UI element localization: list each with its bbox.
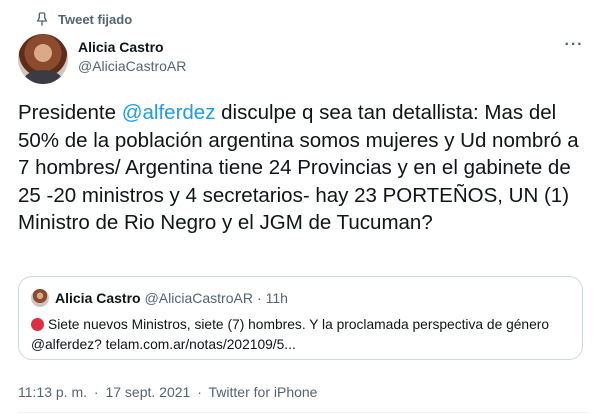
mention-link[interactable]: @alferdez — [122, 101, 216, 124]
red-circle-icon — [31, 318, 44, 331]
quoted-tweet[interactable]: Alicia Castro @AliciaCastroAR · 11h Siet… — [18, 276, 583, 360]
quoted-tweet-header: Alicia Castro @AliciaCastroAR · 11h — [31, 289, 288, 307]
tweet-text: Presidente @alferdez disculpe q sea tan … — [18, 99, 588, 237]
quoted-timestamp: 11h — [265, 290, 288, 306]
pin-icon — [34, 11, 50, 27]
pinned-tweet-header: Tweet fijado — [20, 8, 132, 30]
author-name[interactable]: Alicia Castro — [78, 38, 186, 56]
quoted-avatar — [31, 289, 49, 307]
tweet-date[interactable]: 17 sept. 2021 — [105, 384, 190, 400]
pinned-label: Tweet fijado — [58, 11, 133, 27]
quoted-text: Siete nuevos Ministros, siete (7) hombre… — [31, 317, 550, 352]
tweet-text-start: Presidente — [18, 101, 122, 124]
quoted-author-name: Alicia Castro — [55, 290, 141, 306]
tweet-time[interactable]: 11:13 p. m. — [18, 384, 87, 400]
tweet-source[interactable]: Twitter for iPhone — [209, 384, 318, 400]
divider — [18, 412, 587, 413]
author-handle[interactable]: @AliciaCastroAR — [78, 56, 186, 76]
author-block: Alicia Castro @AliciaCastroAR — [78, 38, 186, 76]
avatar[interactable] — [18, 34, 68, 84]
quoted-separator: · — [256, 290, 262, 306]
tweet-metadata: 11:13 p. m. · 17 sept. 2021 · Twitter fo… — [18, 384, 317, 400]
quoted-author-handle: @AliciaCastroAR — [144, 290, 253, 306]
meta-separator: · — [197, 384, 202, 400]
meta-separator: · — [93, 384, 99, 400]
more-icon[interactable]: ··· — [560, 36, 588, 54]
quoted-tweet-text: Siete nuevos Ministros, siete (7) hombre… — [31, 315, 571, 355]
